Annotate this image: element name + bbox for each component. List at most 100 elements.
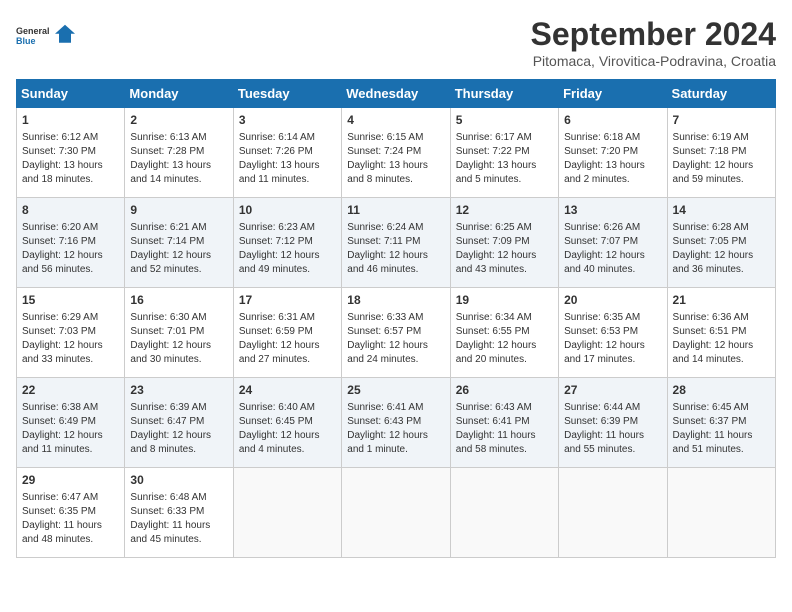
calendar-day-cell: 4 Sunrise: 6:15 AM Sunset: 7:24 PM Daylig… [342,108,450,198]
calendar-week-row: 29 Sunrise: 6:47 AM Sunset: 6:35 PM Dayli… [17,468,776,558]
day-number: 18 [347,292,444,309]
calendar-day-cell: 12 Sunrise: 6:25 AM Sunset: 7:09 PM Dayli… [450,198,558,288]
calendar-day-header: Tuesday [233,80,341,108]
day-number: 25 [347,382,444,399]
calendar-day-cell: 18 Sunrise: 6:33 AM Sunset: 6:57 PM Dayli… [342,288,450,378]
day-number: 28 [673,382,770,399]
svg-text:Blue: Blue [16,36,36,46]
calendar-day-header: Friday [559,80,667,108]
day-info: Sunrise: 6:17 AM Sunset: 7:22 PM Dayligh… [456,131,553,187]
calendar-day-cell: 23 Sunrise: 6:39 AM Sunset: 6:47 PM Dayli… [125,378,233,468]
day-info: Sunrise: 6:26 AM Sunset: 7:07 PM Dayligh… [564,221,661,277]
day-info: Sunrise: 6:23 AM Sunset: 7:12 PM Dayligh… [239,221,336,277]
day-number: 23 [130,382,227,399]
day-number: 12 [456,202,553,219]
calendar-day-header: Wednesday [342,80,450,108]
day-number: 9 [130,202,227,219]
calendar-day-cell: 9 Sunrise: 6:21 AM Sunset: 7:14 PM Daylig… [125,198,233,288]
day-info: Sunrise: 6:36 AM Sunset: 6:51 PM Dayligh… [673,311,770,367]
calendar-week-row: 8 Sunrise: 6:20 AM Sunset: 7:16 PM Daylig… [17,198,776,288]
day-info: Sunrise: 6:29 AM Sunset: 7:03 PM Dayligh… [22,311,119,367]
day-info: Sunrise: 6:15 AM Sunset: 7:24 PM Dayligh… [347,131,444,187]
day-number: 14 [673,202,770,219]
day-info: Sunrise: 6:12 AM Sunset: 7:30 PM Dayligh… [22,131,119,187]
day-number: 8 [22,202,119,219]
day-number: 30 [130,472,227,489]
calendar-day-cell: 29 Sunrise: 6:47 AM Sunset: 6:35 PM Dayli… [17,468,125,558]
day-number: 10 [239,202,336,219]
calendar-day-cell: 26 Sunrise: 6:43 AM Sunset: 6:41 PM Dayli… [450,378,558,468]
day-info: Sunrise: 6:34 AM Sunset: 6:55 PM Dayligh… [456,311,553,367]
day-number: 4 [347,112,444,129]
calendar-table: SundayMondayTuesdayWednesdayThursdayFrid… [16,79,776,558]
day-number: 2 [130,112,227,129]
day-number: 7 [673,112,770,129]
calendar-day-cell [667,468,775,558]
day-info: Sunrise: 6:43 AM Sunset: 6:41 PM Dayligh… [456,401,553,457]
calendar-week-row: 22Sunrise: 6:38 AM Sunset: 6:49 PM Dayli… [17,378,776,468]
day-info: Sunrise: 6:19 AM Sunset: 7:18 PM Dayligh… [673,131,770,187]
calendar-day-cell: 20 Sunrise: 6:35 AM Sunset: 6:53 PM Dayli… [559,288,667,378]
calendar-day-cell [559,468,667,558]
day-info: Sunrise: 6:25 AM Sunset: 7:09 PM Dayligh… [456,221,553,277]
day-number: 3 [239,112,336,129]
calendar-day-cell [342,468,450,558]
calendar-day-cell: 2 Sunrise: 6:13 AM Sunset: 7:28 PM Daylig… [125,108,233,198]
calendar-day-cell: 21 Sunrise: 6:36 AM Sunset: 6:51 PM Dayli… [667,288,775,378]
day-info: Sunrise: 6:14 AM Sunset: 7:26 PM Dayligh… [239,131,336,187]
calendar-day-cell: 30 Sunrise: 6:48 AM Sunset: 6:33 PM Dayli… [125,468,233,558]
calendar-day-cell: 11Sunrise: 6:24 AM Sunset: 7:11 PM Dayli… [342,198,450,288]
calendar-day-cell: 22Sunrise: 6:38 AM Sunset: 6:49 PM Dayli… [17,378,125,468]
calendar-day-cell [233,468,341,558]
calendar-day-cell: 16Sunrise: 6:30 AM Sunset: 7:01 PM Dayli… [125,288,233,378]
calendar-day-cell: 25Sunrise: 6:41 AM Sunset: 6:43 PM Dayli… [342,378,450,468]
calendar-header-row: SundayMondayTuesdayWednesdayThursdayFrid… [17,80,776,108]
day-info: Sunrise: 6:39 AM Sunset: 6:47 PM Dayligh… [130,401,227,457]
day-number: 20 [564,292,661,309]
day-number: 29 [22,472,119,489]
calendar-day-header: Saturday [667,80,775,108]
calendar-day-cell: 15Sunrise: 6:29 AM Sunset: 7:03 PM Dayli… [17,288,125,378]
day-info: Sunrise: 6:24 AM Sunset: 7:11 PM Dayligh… [347,221,444,277]
calendar-day-cell: 8 Sunrise: 6:20 AM Sunset: 7:16 PM Daylig… [17,198,125,288]
day-info: Sunrise: 6:47 AM Sunset: 6:35 PM Dayligh… [22,491,119,547]
day-number: 21 [673,292,770,309]
calendar-day-header: Monday [125,80,233,108]
day-info: Sunrise: 6:21 AM Sunset: 7:14 PM Dayligh… [130,221,227,277]
title-block: September 2024 Pitomaca, Virovitica-Podr… [531,16,776,69]
day-number: 16 [130,292,227,309]
svg-text:General: General [16,26,50,36]
day-number: 5 [456,112,553,129]
day-info: Sunrise: 6:33 AM Sunset: 6:57 PM Dayligh… [347,311,444,367]
logo-svg: General Blue [16,16,76,56]
day-info: Sunrise: 6:40 AM Sunset: 6:45 PM Dayligh… [239,401,336,457]
calendar-day-cell: 14Sunrise: 6:28 AM Sunset: 7:05 PM Dayli… [667,198,775,288]
calendar-week-row: 1Sunrise: 6:12 AM Sunset: 7:30 PM Daylig… [17,108,776,198]
calendar-day-cell: 28 Sunrise: 6:45 AM Sunset: 6:37 PM Dayli… [667,378,775,468]
calendar-day-cell: 6Sunrise: 6:18 AM Sunset: 7:20 PM Daylig… [559,108,667,198]
day-number: 13 [564,202,661,219]
page-header: General Blue September 2024 Pitomaca, Vi… [16,16,776,69]
calendar-day-cell: 17Sunrise: 6:31 AM Sunset: 6:59 PM Dayli… [233,288,341,378]
calendar-day-header: Sunday [17,80,125,108]
day-number: 24 [239,382,336,399]
day-info: Sunrise: 6:20 AM Sunset: 7:16 PM Dayligh… [22,221,119,277]
location-subtitle: Pitomaca, Virovitica-Podravina, Croatia [531,53,776,69]
calendar-day-cell: 10 Sunrise: 6:23 AM Sunset: 7:12 PM Dayli… [233,198,341,288]
day-number: 26 [456,382,553,399]
day-info: Sunrise: 6:48 AM Sunset: 6:33 PM Dayligh… [130,491,227,547]
logo: General Blue [16,16,76,56]
calendar-day-cell: 19Sunrise: 6:34 AM Sunset: 6:55 PM Dayli… [450,288,558,378]
month-title: September 2024 [531,16,776,53]
calendar-day-cell: 1Sunrise: 6:12 AM Sunset: 7:30 PM Daylig… [17,108,125,198]
day-info: Sunrise: 6:18 AM Sunset: 7:20 PM Dayligh… [564,131,661,187]
calendar-day-cell: 13 Sunrise: 6:26 AM Sunset: 7:07 PM Dayli… [559,198,667,288]
calendar-day-header: Thursday [450,80,558,108]
day-info: Sunrise: 6:44 AM Sunset: 6:39 PM Dayligh… [564,401,661,457]
calendar-day-cell: 27 Sunrise: 6:44 AM Sunset: 6:39 PM Dayli… [559,378,667,468]
day-info: Sunrise: 6:35 AM Sunset: 6:53 PM Dayligh… [564,311,661,367]
calendar-day-cell [450,468,558,558]
day-number: 27 [564,382,661,399]
day-info: Sunrise: 6:13 AM Sunset: 7:28 PM Dayligh… [130,131,227,187]
day-info: Sunrise: 6:45 AM Sunset: 6:37 PM Dayligh… [673,401,770,457]
